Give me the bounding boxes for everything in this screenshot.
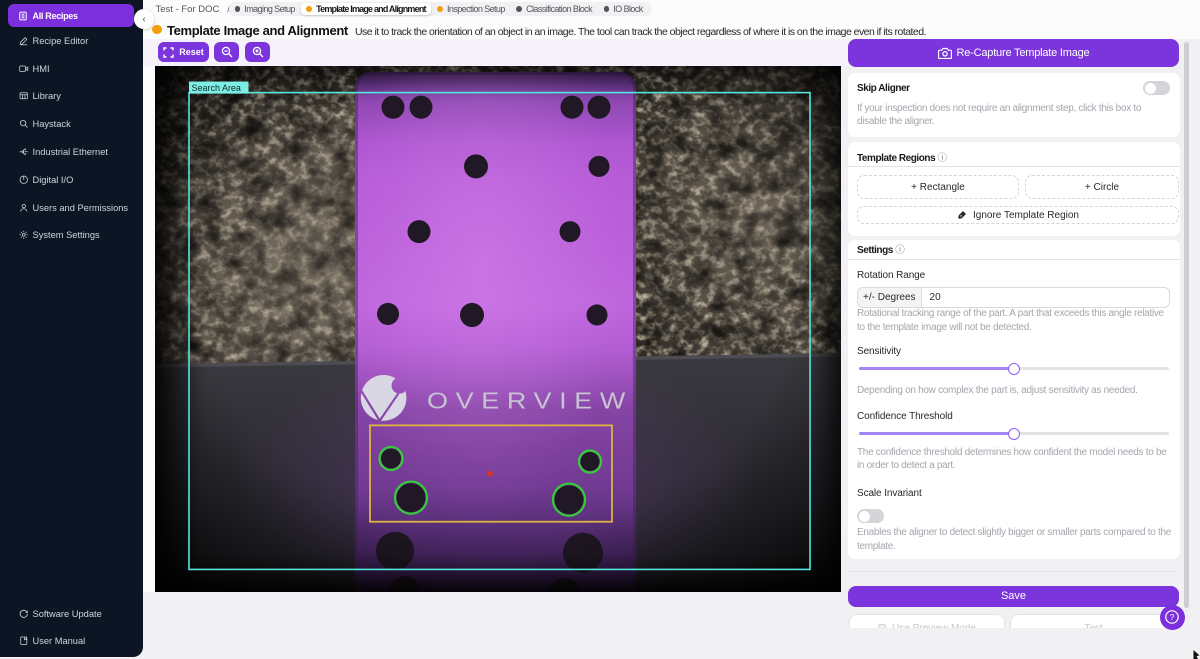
svg-text:?: ?	[1170, 612, 1175, 622]
svg-text:Search Area: Search Area	[192, 83, 241, 93]
